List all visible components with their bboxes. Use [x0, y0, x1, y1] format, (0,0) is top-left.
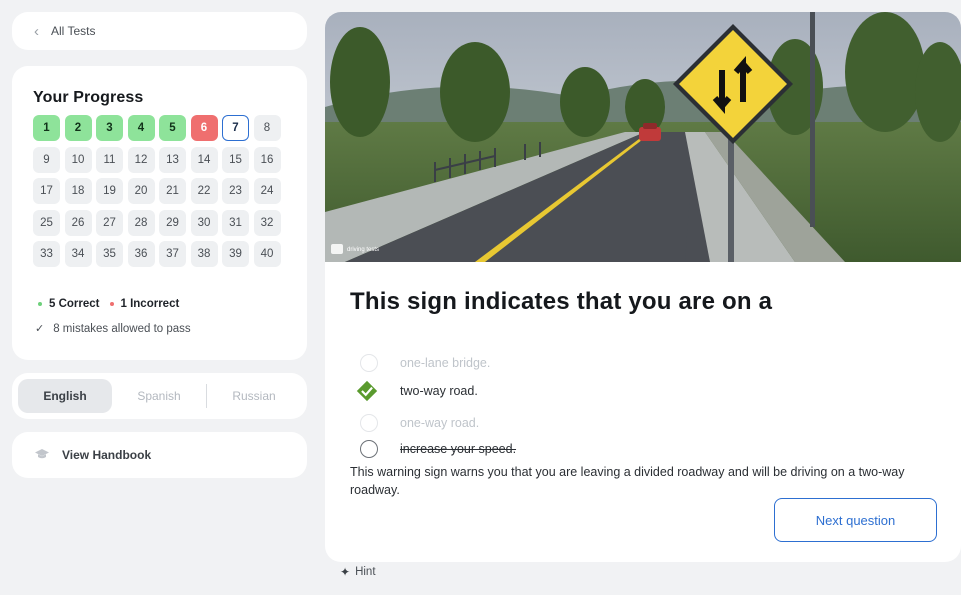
question-cell[interactable]: 39 — [222, 241, 249, 267]
radio-icon — [360, 414, 378, 432]
checkmark-icon: ✓ — [35, 323, 45, 335]
question-cell[interactable]: 2 — [64, 115, 92, 141]
question-cell[interactable]: 35 — [96, 241, 123, 267]
svg-text:driving tests: driving tests — [347, 247, 379, 253]
view-handbook-label: View Handbook — [62, 448, 152, 462]
question-cell[interactable]: 16 — [253, 146, 281, 173]
question-cell[interactable]: 23 — [222, 178, 249, 204]
question-cell[interactable]: 15 — [222, 146, 249, 173]
question-cell[interactable]: 38 — [190, 241, 218, 267]
hint-label: Hint — [355, 566, 376, 578]
question-image: driving tests — [325, 12, 961, 262]
question-cell[interactable]: 25 — [33, 209, 60, 236]
language-switcher: English Spanish Russian — [12, 373, 307, 419]
next-question-button[interactable]: Next question — [774, 498, 937, 542]
progress-title: Your Progress — [33, 89, 144, 106]
question-cell[interactable]: 20 — [127, 178, 155, 204]
question-cell[interactable]: 8 — [253, 115, 281, 141]
question-cell[interactable]: 40 — [253, 241, 281, 267]
question-cell[interactable]: 37 — [159, 241, 186, 267]
question-cell[interactable]: 1 — [33, 115, 60, 141]
lang-russian[interactable]: Russian — [207, 379, 301, 413]
sparkle-icon: ✦ — [340, 565, 351, 579]
back-to-all-tests[interactable]: ‹ All Tests — [12, 12, 307, 50]
question-cell[interactable]: 14 — [190, 146, 218, 173]
question-cell[interactable]: 36 — [127, 241, 155, 267]
view-handbook-button[interactable]: View Handbook — [12, 432, 307, 478]
question-cell[interactable]: 22 — [190, 178, 218, 204]
answer-option-2[interactable]: two-way road. — [356, 380, 478, 402]
question-cell[interactable]: 29 — [159, 209, 186, 236]
radio-icon — [360, 440, 378, 458]
answer-option-4[interactable]: increase your speed. — [360, 440, 516, 458]
answer-label: one-way road. — [400, 416, 480, 430]
question-cell[interactable]: 24 — [253, 178, 281, 204]
incorrect-dot-icon — [109, 302, 114, 306]
answer-label: one-lane bridge. — [400, 356, 491, 370]
question-cell[interactable]: 11 — [96, 146, 123, 173]
radio-icon — [360, 354, 378, 372]
answer-label: increase your speed. — [400, 442, 517, 456]
question-cell[interactable]: 9 — [33, 146, 60, 173]
hint-button[interactable]: ✦ Hint — [340, 565, 376, 579]
question-cell[interactable]: 17 — [33, 178, 60, 204]
answer-label: two-way road. — [400, 384, 478, 398]
question-cell[interactable]: 6 — [190, 115, 218, 141]
question-cell[interactable]: 12 — [127, 146, 155, 173]
question-cell[interactable]: 10 — [64, 146, 92, 173]
question-cell[interactable]: 31 — [222, 209, 249, 236]
incorrect-count: 1 Incorrect — [120, 298, 180, 310]
answer-option-3[interactable]: one-way road. — [360, 414, 479, 432]
question-cell[interactable]: 21 — [159, 178, 186, 204]
question-cell[interactable]: 26 — [64, 209, 92, 236]
question-cell[interactable]: 27 — [96, 209, 123, 236]
question-cell[interactable]: 32 — [253, 209, 281, 236]
question-cell[interactable]: 18 — [64, 178, 92, 204]
question-cell[interactable]: 7 — [222, 115, 249, 141]
question-cell[interactable]: 4 — [127, 115, 155, 141]
correct-count: 5 Correct — [49, 298, 100, 310]
question-cell[interactable]: 34 — [64, 241, 92, 267]
lang-spanish[interactable]: Spanish — [112, 379, 206, 413]
correct-dot-icon — [38, 302, 42, 306]
graduation-cap-icon — [34, 448, 50, 463]
back-label: All Tests — [51, 24, 96, 38]
question-grid: 1 2 3 4 5 6 7 8 9 10 11 12 13 14 15 16 17 18 19 20 21 22 23 24 2… — [33, 115, 286, 267]
question-cell[interactable]: 13 — [159, 146, 186, 173]
progress-panel: Your Progress 1 2 3 4 5 6 7 8 9 10 11 12 13 14 15 16 17 1… — [12, 66, 307, 360]
answer-option-1[interactable]: one-lane bridge. — [360, 354, 490, 372]
question-cell[interactable]: 5 — [159, 115, 186, 141]
lang-english[interactable]: English — [18, 379, 112, 413]
question-cell[interactable]: 30 — [190, 209, 218, 236]
question-cell[interactable]: 19 — [96, 178, 123, 204]
correct-diamond-icon — [356, 380, 378, 402]
answer-explanation: This warning sign warns you that you are… — [350, 465, 905, 497]
question-cell[interactable]: 28 — [127, 209, 155, 236]
mistakes-allowed: 8 mistakes allowed to pass — [53, 322, 191, 335]
chevron-left-icon: ‹ — [34, 22, 39, 40]
question-card: driving tests This sign indicates that y… — [325, 12, 961, 562]
progress-stats: 5 Correct 1 Incorrect ✓ 8 mistakes allow… — [33, 298, 286, 335]
question-text: This sign indicates that you are on a — [350, 288, 773, 315]
question-cell[interactable]: 3 — [96, 115, 123, 141]
question-cell[interactable]: 33 — [33, 241, 60, 267]
